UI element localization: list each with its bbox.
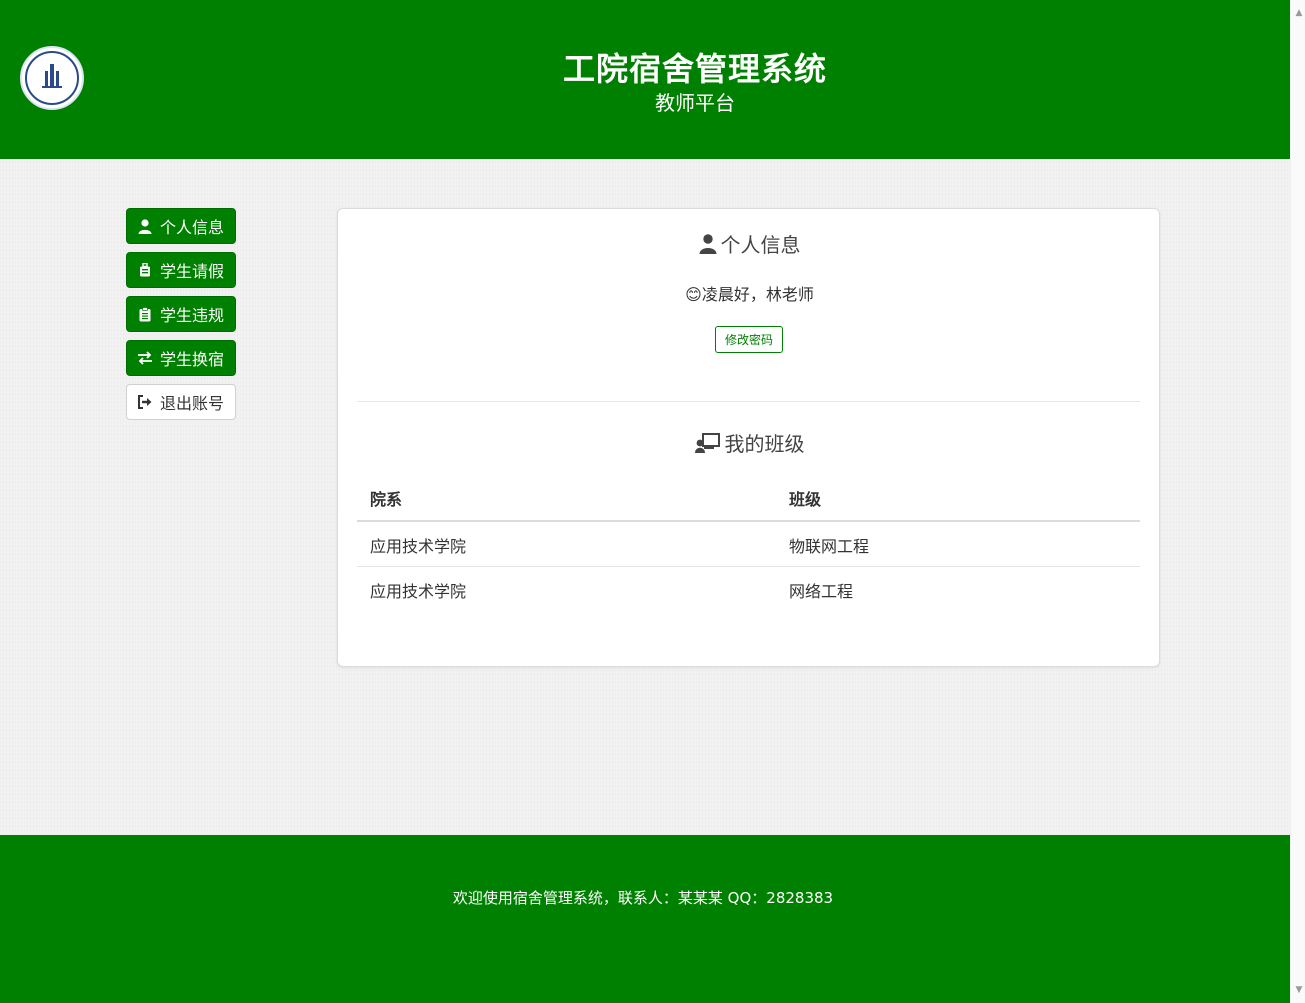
exchange-icon [137, 350, 153, 366]
footer: 欢迎使用宿舍管理系统，联系人：某某某 QQ：2828383 [0, 835, 1290, 1003]
sidebar-item-label: 退出账号 [160, 394, 225, 413]
cell-department: 应用技术学院 [370, 582, 467, 601]
vertical-scrollbar[interactable]: ▲ ▼ [1290, 0, 1305, 1003]
change-password-button[interactable]: 修改密码 [715, 326, 783, 353]
sidebar-item-violation[interactable]: 学生违规 [126, 296, 236, 332]
teacher-board-icon [694, 432, 721, 453]
page: 工院宿舍管理系统 教师平台 个人信息 学生请假 学生违规 学生换宿 退出账号 个… [0, 0, 1290, 1003]
user-icon [699, 233, 717, 254]
scroll-down-icon[interactable]: ▼ [1294, 985, 1304, 995]
cell-department: 应用技术学院 [357, 521, 776, 567]
profile-section-title: 个人信息 [338, 229, 1161, 258]
footer-text: 欢迎使用宿舍管理系统，联系人：某某某 QQ：2828383 [452, 889, 834, 907]
table-row: 应用技术学院 物联网工程 [357, 521, 1140, 567]
clipboard-icon [137, 306, 153, 322]
classes-title-text: 我的班级 [724, 432, 805, 456]
classes-section-title: 我的班级 [338, 428, 1161, 457]
sidebar-item-profile[interactable]: 个人信息 [126, 208, 236, 244]
classes-table: 院系 班级 应用技术学院 物联网工程 应用技术学院 网络工程 [357, 477, 1140, 611]
scroll-up-icon[interactable]: ▲ [1294, 8, 1304, 18]
sidebar: 个人信息 学生请假 学生违规 学生换宿 退出账号 [126, 208, 236, 428]
logout-button[interactable]: 退出账号 [126, 384, 236, 420]
suitcase-icon [137, 262, 153, 278]
table-header-row: 院系 班级 [357, 477, 1140, 522]
cell-class: 物联网工程 [776, 521, 1140, 567]
header: 工院宿舍管理系统 教师平台 [0, 0, 1290, 159]
sidebar-item-label: 学生换宿 [160, 350, 225, 369]
app-title: 工院宿舍管理系统 [562, 50, 827, 88]
content-card: 个人信息 😊凌晨好，林老师 修改密码 我的班级 院系 班级 应用技术学院 物联网… [337, 208, 1160, 667]
user-icon [137, 218, 153, 234]
section-divider [357, 401, 1140, 402]
sign-out-icon [137, 394, 153, 410]
profile-title-text: 个人信息 [720, 233, 801, 257]
app-subtitle: 教师平台 [655, 91, 735, 115]
table-row: 应用技术学院 网络工程 [357, 567, 1140, 612]
greeting-text: 😊凌晨好，林老师 [685, 285, 814, 304]
sidebar-item-label: 个人信息 [160, 218, 225, 237]
column-header-class: 班级 [776, 477, 1140, 522]
sidebar-item-leave[interactable]: 学生请假 [126, 252, 236, 288]
sidebar-item-dorm-change[interactable]: 学生换宿 [126, 340, 236, 376]
cell-class: 网络工程 [789, 582, 854, 601]
sidebar-item-label: 学生请假 [160, 262, 225, 281]
sidebar-item-label: 学生违规 [160, 306, 225, 325]
column-header-department: 院系 [357, 477, 776, 522]
